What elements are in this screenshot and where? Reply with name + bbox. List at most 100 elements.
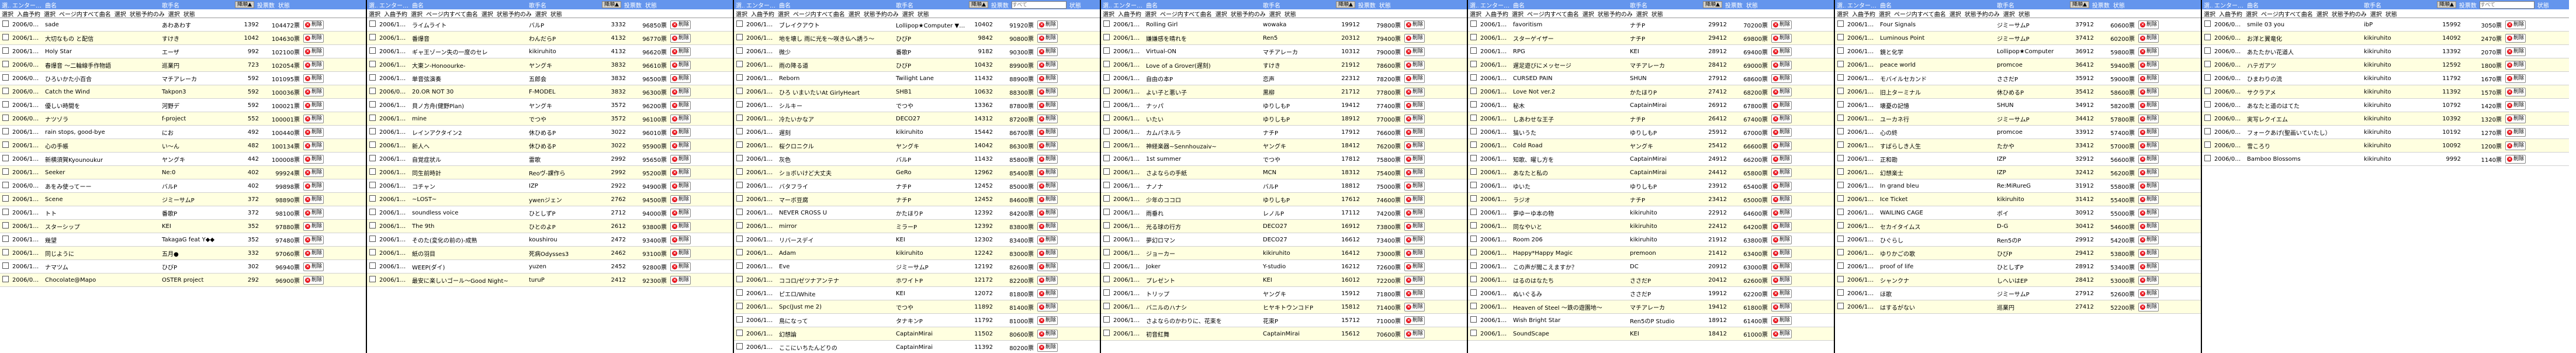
row-checkbox[interactable]	[1101, 141, 1112, 150]
subheader-c8[interactable]: 状態	[1283, 9, 1298, 18]
delete-button[interactable]: × 削除	[1404, 168, 1425, 177]
row-title[interactable]: Eve	[777, 264, 894, 270]
checkbox[interactable]	[736, 182, 743, 188]
row-title[interactable]: 優しい時間を	[43, 101, 160, 110]
delete-button[interactable]: × 削除	[2138, 33, 2159, 43]
delete-button[interactable]: × 削除	[2138, 154, 2159, 164]
subheader-c8[interactable]: 状態	[2017, 9, 2032, 18]
header-artist[interactable]: 歌手名	[527, 1, 601, 9]
checkbox[interactable]	[736, 330, 743, 336]
checkbox[interactable]	[369, 34, 376, 40]
checkbox[interactable]	[1470, 88, 1477, 94]
delete-button[interactable]: × 削除	[1771, 222, 1792, 231]
checkbox[interactable]	[2, 47, 9, 54]
row-checkbox[interactable]	[1101, 34, 1112, 42]
delete-button[interactable]: × 削除	[1404, 262, 1425, 271]
delete-button[interactable]: × 削除	[2138, 127, 2159, 137]
subheader-c2[interactable]: 入曲予約	[382, 9, 409, 18]
row-checkbox[interactable]	[1835, 155, 1846, 163]
checkbox[interactable]	[1837, 209, 1844, 215]
checkbox[interactable]	[2204, 101, 2211, 108]
checkbox[interactable]	[1470, 182, 1477, 188]
checkbox[interactable]	[1470, 195, 1477, 202]
checkbox[interactable]	[1470, 141, 1477, 148]
header-entry-id[interactable]: エンターID	[1479, 1, 1511, 9]
delete-button[interactable]: × 削除	[1771, 235, 1792, 244]
checkbox[interactable]	[1470, 330, 1477, 336]
checkbox[interactable]	[736, 276, 743, 282]
row-title[interactable]: ここにいちたんどりの	[777, 343, 894, 352]
delete-button[interactable]: × 削除	[1404, 222, 1425, 231]
checkbox[interactable]	[369, 155, 376, 161]
row-checkbox[interactable]	[1835, 209, 1846, 217]
delete-button[interactable]: × 削除	[1037, 195, 1058, 204]
checkbox[interactable]	[736, 249, 743, 255]
row-title[interactable]: お洋と翼竜化	[2245, 34, 2362, 43]
subheader-c6[interactable]: 状態予約のみ	[128, 9, 167, 18]
row-checkbox[interactable]	[734, 88, 745, 96]
checkbox[interactable]	[1103, 195, 1110, 202]
checkbox[interactable]	[1837, 20, 1844, 27]
delete-button[interactable]: × 削除	[1037, 33, 1058, 43]
row-checkbox[interactable]	[1101, 195, 1112, 203]
subheader-c8[interactable]: 状態	[1650, 9, 1665, 18]
delete-button[interactable]: × 削除	[1037, 275, 1058, 285]
delete-button[interactable]: × 削除	[1404, 208, 1425, 217]
delete-button[interactable]: × 削除	[1771, 316, 1792, 325]
checkbox[interactable]	[1103, 20, 1110, 27]
row-checkbox[interactable]	[1101, 155, 1112, 163]
row-checkbox[interactable]	[734, 128, 745, 136]
subheader-c2[interactable]: 入曲予約	[1483, 9, 1510, 18]
subheader-c6[interactable]: 状態予約のみ	[1963, 9, 2002, 18]
row-title[interactable]: Bamboo Blossoms	[2245, 156, 2362, 162]
checkbox[interactable]	[2204, 128, 2211, 134]
row-title[interactable]: 最安に楽しいゴール〜Good Night~	[410, 276, 527, 285]
delete-button[interactable]: × 削除	[1404, 141, 1425, 150]
row-title[interactable]: マーボ豆腐	[777, 195, 894, 204]
checkbox[interactable]	[2, 115, 9, 121]
delete-button[interactable]: × 削除	[2138, 101, 2159, 110]
checkbox[interactable]	[2, 276, 9, 282]
delete-button[interactable]: × 削除	[1404, 302, 1425, 312]
row-checkbox[interactable]	[1101, 182, 1112, 190]
checkbox[interactable]	[1470, 128, 1477, 134]
row-title[interactable]: コチャン	[410, 182, 527, 191]
delete-button[interactable]: × 削除	[1037, 329, 1058, 338]
checkbox[interactable]	[1103, 74, 1110, 81]
row-checkbox[interactable]	[367, 141, 378, 150]
delete-button[interactable]: × 削除	[1037, 168, 1058, 177]
subheader-c7[interactable]: 選択	[2369, 9, 2384, 18]
row-title[interactable]: 幾望	[43, 236, 160, 244]
row-title[interactable]: favoritism	[1511, 22, 1628, 28]
delete-button[interactable]: × 削除	[2138, 60, 2159, 70]
row-title[interactable]: Joker	[1144, 264, 1261, 270]
delete-button[interactable]: × 削除	[1771, 87, 1792, 96]
row-checkbox[interactable]	[734, 316, 745, 324]
checkbox[interactable]	[2, 262, 9, 269]
delete-button[interactable]: × 削除	[2138, 181, 2159, 191]
row-title[interactable]: Four Signals	[1878, 22, 1995, 28]
row-title[interactable]: ナツゾラ	[43, 115, 160, 123]
delete-button[interactable]: × 削除	[1771, 154, 1792, 164]
row-title[interactable]: 20.OR NOT 30	[410, 89, 527, 95]
row-title[interactable]: スターシップ	[43, 222, 160, 231]
delete-button[interactable]: × 削除	[303, 20, 324, 29]
delete-button[interactable]: × 削除	[303, 127, 324, 137]
checkbox[interactable]	[1103, 88, 1110, 94]
header-entry-id[interactable]: エンターID	[378, 1, 410, 9]
delete-button[interactable]: × 削除	[1771, 329, 1792, 338]
delete-button[interactable]: × 削除	[670, 101, 691, 110]
checkbox[interactable]	[736, 303, 743, 309]
subheader-c8[interactable]: 状態	[2384, 9, 2399, 18]
checkbox[interactable]	[736, 34, 743, 40]
row-checkbox[interactable]	[2202, 47, 2213, 56]
row-checkbox[interactable]	[1101, 330, 1112, 338]
delete-button[interactable]: × 削除	[670, 47, 691, 56]
row-title[interactable]: はするがない	[1878, 303, 1995, 312]
delete-button[interactable]: × 削除	[1771, 289, 1792, 298]
delete-button[interactable]: × 削除	[1404, 20, 1425, 29]
delete-button[interactable]: × 削除	[2505, 114, 2526, 123]
row-checkbox[interactable]	[734, 168, 745, 176]
checkbox[interactable]	[2, 249, 9, 255]
row-title[interactable]: 雨垂れ	[1144, 209, 1261, 217]
